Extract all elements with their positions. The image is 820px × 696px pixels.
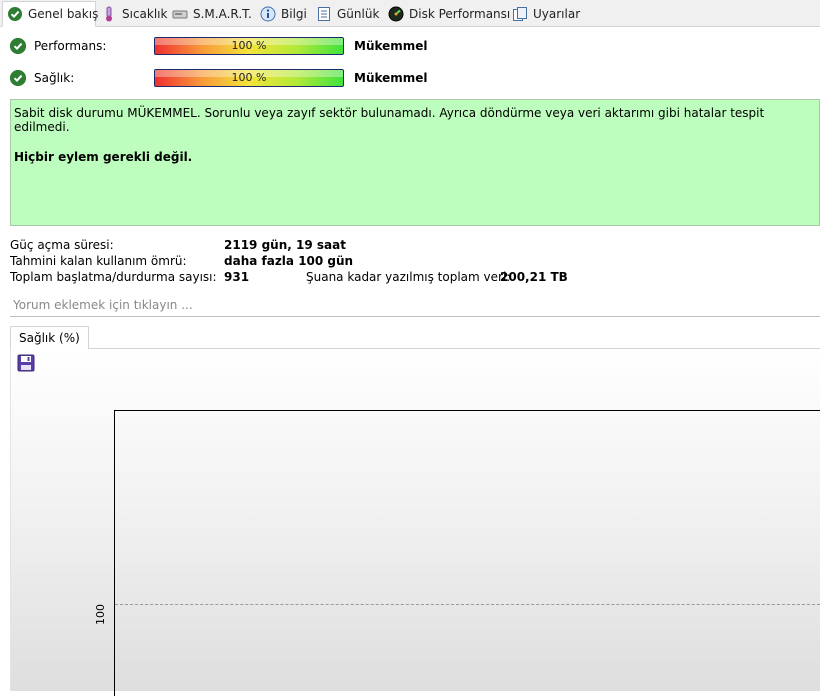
tab-label: Disk Performansı bbox=[409, 7, 511, 21]
performance-label: Performans: bbox=[34, 39, 107, 53]
tab-disk-performance[interactable]: Disk Performansı bbox=[384, 3, 516, 25]
tab-bar: Genel bakış Sıcaklık S.M.A.R.T. Bilgi Gü… bbox=[0, 0, 820, 27]
tab-overview[interactable]: Genel bakış bbox=[2, 1, 99, 27]
check-circle-icon bbox=[7, 6, 23, 22]
tab-info[interactable]: Bilgi bbox=[256, 3, 313, 25]
tab-label: Günlük bbox=[337, 7, 380, 21]
y-tick-label: 100 bbox=[94, 604, 107, 625]
health-bar-text: 100 % bbox=[231, 71, 267, 84]
gridline-100 bbox=[115, 604, 820, 605]
tab-health-chart[interactable]: Sağlık (%) bbox=[10, 326, 89, 349]
chart-panel: 100 bbox=[10, 348, 820, 696]
performance-rating: Mükemmel bbox=[354, 39, 428, 53]
health-chart-frame: Sağlık (%) 100 bbox=[10, 326, 820, 696]
disk-drive-icon bbox=[172, 6, 188, 22]
chart-tab-label: Sağlık (%) bbox=[19, 331, 80, 345]
health-rating: Mükemmel bbox=[354, 71, 428, 85]
document-icon bbox=[316, 6, 332, 22]
written-data-label: Şuana kadar yazılmış toplam veri: bbox=[306, 270, 511, 284]
action-message: Hiçbir eylem gerekli değil. bbox=[14, 150, 193, 164]
save-icon[interactable] bbox=[17, 354, 35, 372]
performance-bar-text: 100 % bbox=[231, 39, 267, 52]
tab-alerts[interactable]: Uyarılar bbox=[508, 3, 586, 25]
tab-temperature[interactable]: Sıcaklık bbox=[97, 3, 173, 25]
status-message-box: Sabit disk durumu MÜKEMMEL. Sorunlu veya… bbox=[10, 99, 820, 226]
tab-label: Sıcaklık bbox=[122, 7, 168, 21]
power-on-label: Güç açma süresi: bbox=[10, 238, 114, 252]
power-on-value: 2119 gün, 19 saat bbox=[224, 238, 346, 252]
written-data-value: 200,21 TB bbox=[500, 270, 568, 284]
chart-plot-area bbox=[114, 410, 820, 696]
tab-label: S.M.A.R.T. bbox=[193, 7, 252, 21]
gauge-icon bbox=[388, 6, 404, 22]
tab-label: Genel bakış bbox=[28, 7, 99, 21]
tab-smart[interactable]: S.M.A.R.T. bbox=[168, 3, 258, 25]
health-check-icon bbox=[10, 70, 26, 86]
performance-check-icon bbox=[10, 38, 26, 54]
info-icon bbox=[260, 6, 276, 22]
start-stop-value: 931 bbox=[224, 270, 250, 284]
performance-bar: 100 % bbox=[154, 37, 344, 55]
tab-label: Bilgi bbox=[281, 7, 307, 21]
lifetime-value: daha fazla 100 gün bbox=[224, 254, 354, 268]
comment-input[interactable]: Yorum eklemek için tıklayın ... bbox=[10, 295, 820, 317]
status-message: Sabit disk durumu MÜKEMMEL. Sorunlu veya… bbox=[14, 106, 765, 134]
start-stop-label: Toplam başlatma/durdurma sayısı: bbox=[10, 270, 217, 284]
tab-log[interactable]: Günlük bbox=[312, 3, 385, 25]
health-label: Sağlık: bbox=[34, 71, 75, 85]
thermometer-icon bbox=[101, 6, 117, 22]
alert-pages-icon bbox=[512, 6, 528, 22]
tab-label: Uyarılar bbox=[533, 7, 581, 21]
health-bar: 100 % bbox=[154, 69, 344, 87]
lifetime-label: Tahmini kalan kullanım ömrü: bbox=[10, 254, 187, 268]
